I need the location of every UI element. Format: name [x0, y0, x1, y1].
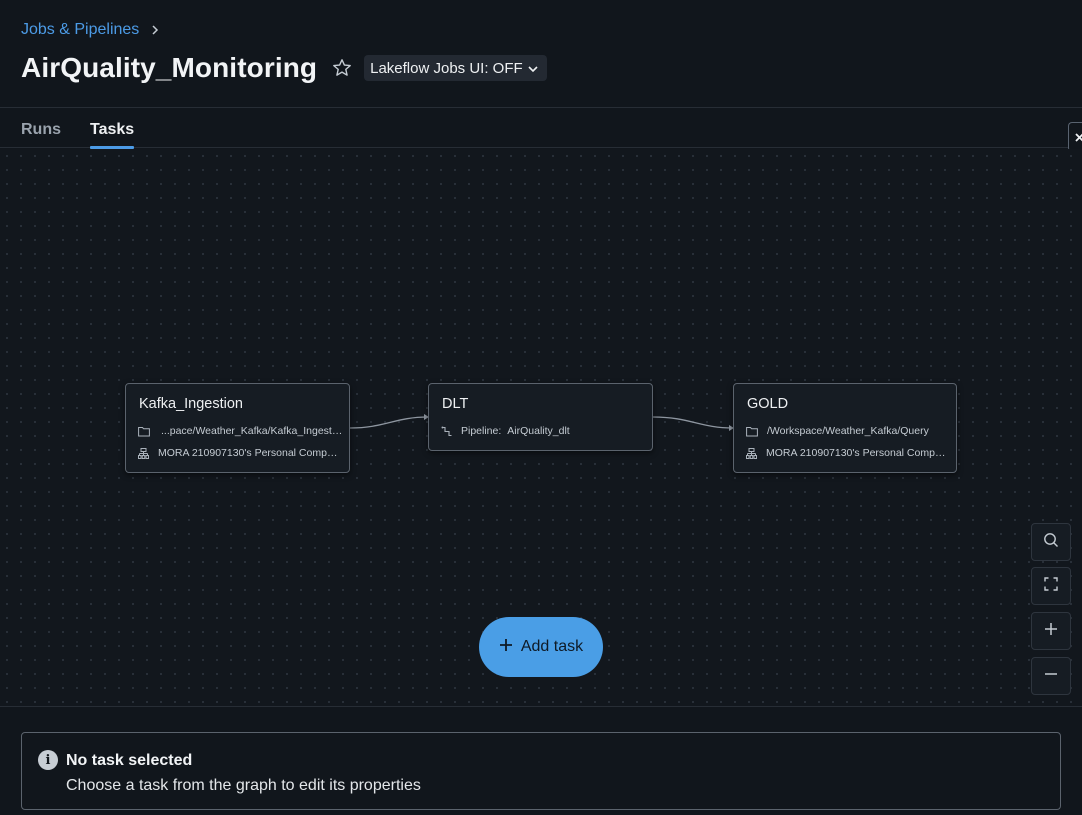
task-node-path: /Workspace/Weather_Kafka/Query	[746, 425, 950, 437]
tab-tasks[interactable]: Tasks	[90, 121, 135, 149]
plus-icon	[1044, 622, 1058, 641]
close-icon[interactable]	[1068, 122, 1082, 152]
edge-kafka-to-dlt	[349, 416, 429, 429]
task-graph-canvas[interactable]: Kafka_Ingestion ...pace/Weather_Kafka/Ka…	[0, 149, 1082, 707]
task-node-compute: MORA 210907130's Personal Comput...	[138, 447, 343, 459]
title-row: AirQuality_Monitoring Lakeflow Jobs UI: …	[21, 52, 547, 84]
task-node-gold[interactable]: GOLD /Workspace/Weather_Kafka/Query MORA…	[733, 383, 957, 473]
fit-to-screen-icon	[1044, 576, 1058, 596]
star-icon[interactable]	[331, 57, 353, 79]
task-node-title: Kafka_Ingestion	[139, 396, 243, 412]
page-header: Jobs & Pipelines AirQuality_Monitoring L…	[0, 0, 1082, 108]
task-node-dlt[interactable]: DLT Pipeline: AirQuality_dlt	[428, 383, 653, 451]
cluster-icon	[746, 447, 758, 459]
task-node-kafka-ingestion[interactable]: Kafka_Ingestion ...pace/Weather_Kafka/Ka…	[125, 383, 350, 473]
minus-icon	[1044, 667, 1058, 686]
task-properties-panel: i No task selected Choose a task from th…	[21, 732, 1061, 810]
task-node-pipeline-text: AirQuality_dlt	[507, 425, 570, 437]
page-title: AirQuality_Monitoring	[21, 52, 318, 83]
info-panel-description: Choose a task from the graph to edit its…	[66, 777, 421, 794]
chevron-right-icon	[151, 22, 159, 39]
fit-view-button[interactable]	[1031, 567, 1071, 605]
task-node-compute-text: MORA 210907130's Personal Comput...	[158, 447, 343, 459]
info-panel-title: No task selected	[66, 752, 193, 769]
tab-runs[interactable]: Runs	[21, 121, 61, 139]
info-icon: i	[38, 750, 58, 770]
plus-icon	[499, 638, 513, 657]
task-node-path-text: ...pace/Weather_Kafka/Kafka_Ingestion	[161, 425, 343, 437]
lakeflow-jobs-ui-toggle[interactable]: Lakeflow Jobs UI: OFF	[364, 55, 547, 81]
pipeline-icon	[441, 425, 453, 437]
task-node-title: GOLD	[747, 396, 789, 412]
search-graph-button[interactable]	[1031, 523, 1071, 561]
task-node-pipeline: Pipeline: AirQuality_dlt	[441, 425, 646, 437]
tab-bar: Runs Tasks	[0, 108, 1082, 149]
cluster-icon	[138, 447, 150, 459]
search-icon	[1043, 532, 1059, 553]
zoom-in-button[interactable]	[1031, 612, 1071, 650]
edge-dlt-to-gold	[652, 416, 734, 429]
breadcrumb-jobs-pipelines-link[interactable]: Jobs & Pipelines	[21, 21, 139, 39]
task-node-path-text: /Workspace/Weather_Kafka/Query	[767, 425, 929, 437]
task-node-path: ...pace/Weather_Kafka/Kafka_Ingestion	[138, 425, 343, 437]
task-node-compute: MORA 210907130's Personal Comput...	[746, 447, 950, 459]
add-task-label: Add task	[520, 638, 584, 655]
task-node-title: DLT	[442, 396, 469, 412]
folder-icon	[746, 425, 758, 437]
chevron-down-icon	[528, 60, 538, 77]
lakeflow-toggle-label: Lakeflow Jobs UI: OFF	[370, 59, 523, 77]
task-node-compute-text: MORA 210907130's Personal Comput...	[766, 447, 950, 459]
folder-icon	[138, 425, 150, 437]
zoom-out-button[interactable]	[1031, 657, 1071, 695]
task-node-pipeline-label: Pipeline:	[461, 425, 502, 437]
breadcrumb: Jobs & Pipelines	[21, 21, 159, 39]
add-task-button[interactable]: Add task	[479, 617, 603, 677]
